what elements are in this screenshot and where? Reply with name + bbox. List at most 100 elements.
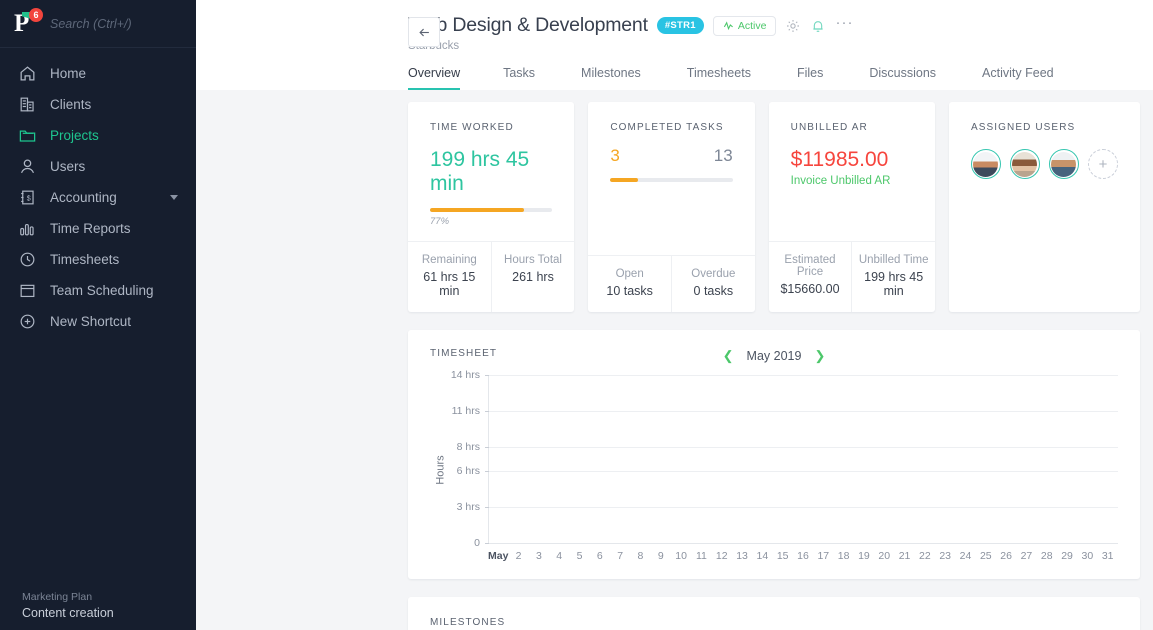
sidebar-item-users[interactable]: Users xyxy=(0,151,196,182)
timesheet-card: TIMESHEET ❮ May 20 19 ❯ Hours 0 3 hrs 6 hrs… xyxy=(408,330,1140,579)
timesheet-chart: Hours 03 hrs 6 hrs 8 hrs 11 hrs 14 hrs May 2 3… xyxy=(430,369,1118,565)
y-axis-tick: 3 hrs xyxy=(457,501,490,513)
chart-bar-column[interactable] xyxy=(672,375,692,543)
x-axis-tick: 18 xyxy=(837,550,850,562)
tab-tasks[interactable]: Tasks xyxy=(480,66,558,90)
back-button[interactable] xyxy=(408,17,440,47)
chart-bar-column[interactable] xyxy=(956,375,976,543)
y-axis-tick: 11 hrs xyxy=(452,405,490,417)
tab-timesheets[interactable]: Timesheets xyxy=(664,66,774,90)
chart-bar-column[interactable] xyxy=(1078,375,1098,543)
chart-bar-column[interactable] xyxy=(855,375,875,543)
chart-bar-column[interactable] xyxy=(936,375,956,543)
content-area: TIME WORKED 199 hrs 45 min 77% Remaining… xyxy=(196,90,1153,630)
chart-bar-column[interactable] xyxy=(1017,375,1037,543)
sidebar-item-home[interactable]: Home xyxy=(0,58,196,89)
card-title: UNBILLED AR xyxy=(790,122,868,133)
status-badge[interactable]: Active xyxy=(712,15,777,36)
breadcrumb: Starbucks xyxy=(408,37,1153,52)
tab-files[interactable]: Files xyxy=(774,66,846,90)
project-id-badge[interactable]: #STR1 xyxy=(656,17,704,34)
chart-bar-column[interactable] xyxy=(875,375,895,543)
chevron-right-icon[interactable]: ❯ xyxy=(814,348,825,364)
chart-bar-column[interactable] xyxy=(632,375,652,543)
chart-bar-column[interactable] xyxy=(733,375,753,543)
sidebar-item-time-reports[interactable]: Time Reports xyxy=(0,213,196,244)
x-axis-tick: 4 xyxy=(556,550,563,562)
status-badge-label: Active xyxy=(737,19,767,32)
sidebar-item-timesheets[interactable]: Timesheets xyxy=(0,244,196,275)
chart-bar-column[interactable] xyxy=(753,375,773,543)
completed-count: 3 xyxy=(610,146,620,165)
x-axis-tick: 8 xyxy=(637,550,644,562)
sidebar-footer[interactable]: Marketing Plan Content creation xyxy=(0,589,196,622)
chart-bar-column[interactable] xyxy=(774,375,794,543)
chart-bar-column[interactable] xyxy=(490,375,510,543)
chart-bar-column[interactable] xyxy=(814,375,834,543)
bar-chart-icon xyxy=(16,218,38,240)
svg-text:$: $ xyxy=(26,195,30,203)
invoice-unbilled-ar-link[interactable]: Invoice Unbilled AR xyxy=(791,175,913,187)
tab-activity-feed[interactable]: Activity Feed xyxy=(959,66,1077,90)
gridline xyxy=(489,543,1118,544)
chart-bar-column[interactable] xyxy=(997,375,1017,543)
user-icon xyxy=(16,156,38,178)
sidebar-item-clients[interactable]: Clients xyxy=(0,89,196,120)
sidebar-item-label: Home xyxy=(50,66,87,81)
chart-bar-column[interactable] xyxy=(612,375,632,543)
chart-bar-column[interactable] xyxy=(835,375,855,543)
tab-milestones[interactable]: Milestones xyxy=(558,66,664,90)
chart-bar-column[interactable] xyxy=(1037,375,1057,543)
avatar[interactable] xyxy=(1048,149,1079,179)
chart-bar-column[interactable] xyxy=(591,375,611,543)
x-axis-tick: 3 xyxy=(535,550,542,562)
sidebar-footer-project: Marketing Plan xyxy=(22,591,93,603)
chart-bar-column[interactable] xyxy=(895,375,915,543)
chart-bar-column[interactable] xyxy=(916,375,936,543)
sidebar-item-accounting[interactable]: $ Accounting xyxy=(0,182,196,213)
chart-bar-column[interactable] xyxy=(976,375,996,543)
x-axis-tick: 20 xyxy=(878,550,891,562)
home-icon xyxy=(16,63,38,85)
tab-discussions[interactable]: Discussions xyxy=(846,66,959,90)
chart-bar-column[interactable] xyxy=(693,375,713,543)
chevron-left-icon[interactable]: ❮ xyxy=(723,348,734,364)
topbar: Web Design & Development #STR1 Active ··… xyxy=(196,0,1153,90)
chart-bar-column[interactable] xyxy=(551,375,571,543)
chart-bar-column[interactable] xyxy=(571,375,591,543)
chart-bar-column[interactable] xyxy=(1057,375,1077,543)
chevron-down-icon[interactable] xyxy=(170,195,178,200)
search-input[interactable] xyxy=(40,16,213,31)
sidebar-search-bar[interactable]: P 6 xyxy=(0,0,230,48)
ellipsis-icon[interactable]: ··· xyxy=(835,14,853,37)
chart-bar-column[interactable] xyxy=(794,375,814,543)
chart-bar-column[interactable] xyxy=(652,375,672,543)
progress-percent: 77% xyxy=(430,216,450,227)
card-time-worked: TIME WORKED 199 hrs 45 min 77% Remaining… xyxy=(408,102,575,312)
chart-bar-column[interactable] xyxy=(713,375,733,543)
tab-overview[interactable]: Overview xyxy=(408,66,480,90)
milestones-title: MILESTONES xyxy=(430,617,506,628)
chart-bar-column[interactable] xyxy=(510,375,530,543)
sidebar: P 6 Home xyxy=(0,0,230,630)
footer-key: Remaining xyxy=(421,254,477,266)
x-axis-tick: 21 xyxy=(898,550,911,562)
sidebar-item-new-shortcut[interactable]: New Shortcut xyxy=(0,306,196,337)
chart-bar-column[interactable] xyxy=(531,375,551,543)
x-axis-tick: 26 xyxy=(1000,550,1012,562)
bell-icon[interactable] xyxy=(810,18,826,34)
avatar[interactable] xyxy=(1009,149,1040,179)
plus-circle-icon xyxy=(16,311,38,333)
x-axis-tick: 24 xyxy=(959,550,972,562)
footer-key: Unbilled Time xyxy=(858,254,929,266)
sidebar-item-team-scheduling[interactable]: Team Scheduling xyxy=(0,275,196,306)
gear-icon[interactable] xyxy=(785,18,801,34)
chart-bar-column[interactable] xyxy=(1098,375,1118,543)
sidebar-item-projects[interactable]: Projects xyxy=(0,120,196,151)
avatar[interactable] xyxy=(970,149,1001,179)
title-row: Web Design & Development #STR1 Active ··… xyxy=(408,0,1153,37)
footer-key: Estimated Price xyxy=(784,254,836,278)
card-footer-cell: Estimated Price $15660.00 xyxy=(769,242,852,312)
app-logo[interactable]: P 6 xyxy=(14,7,43,37)
add-user-button[interactable]: + xyxy=(1087,149,1118,179)
